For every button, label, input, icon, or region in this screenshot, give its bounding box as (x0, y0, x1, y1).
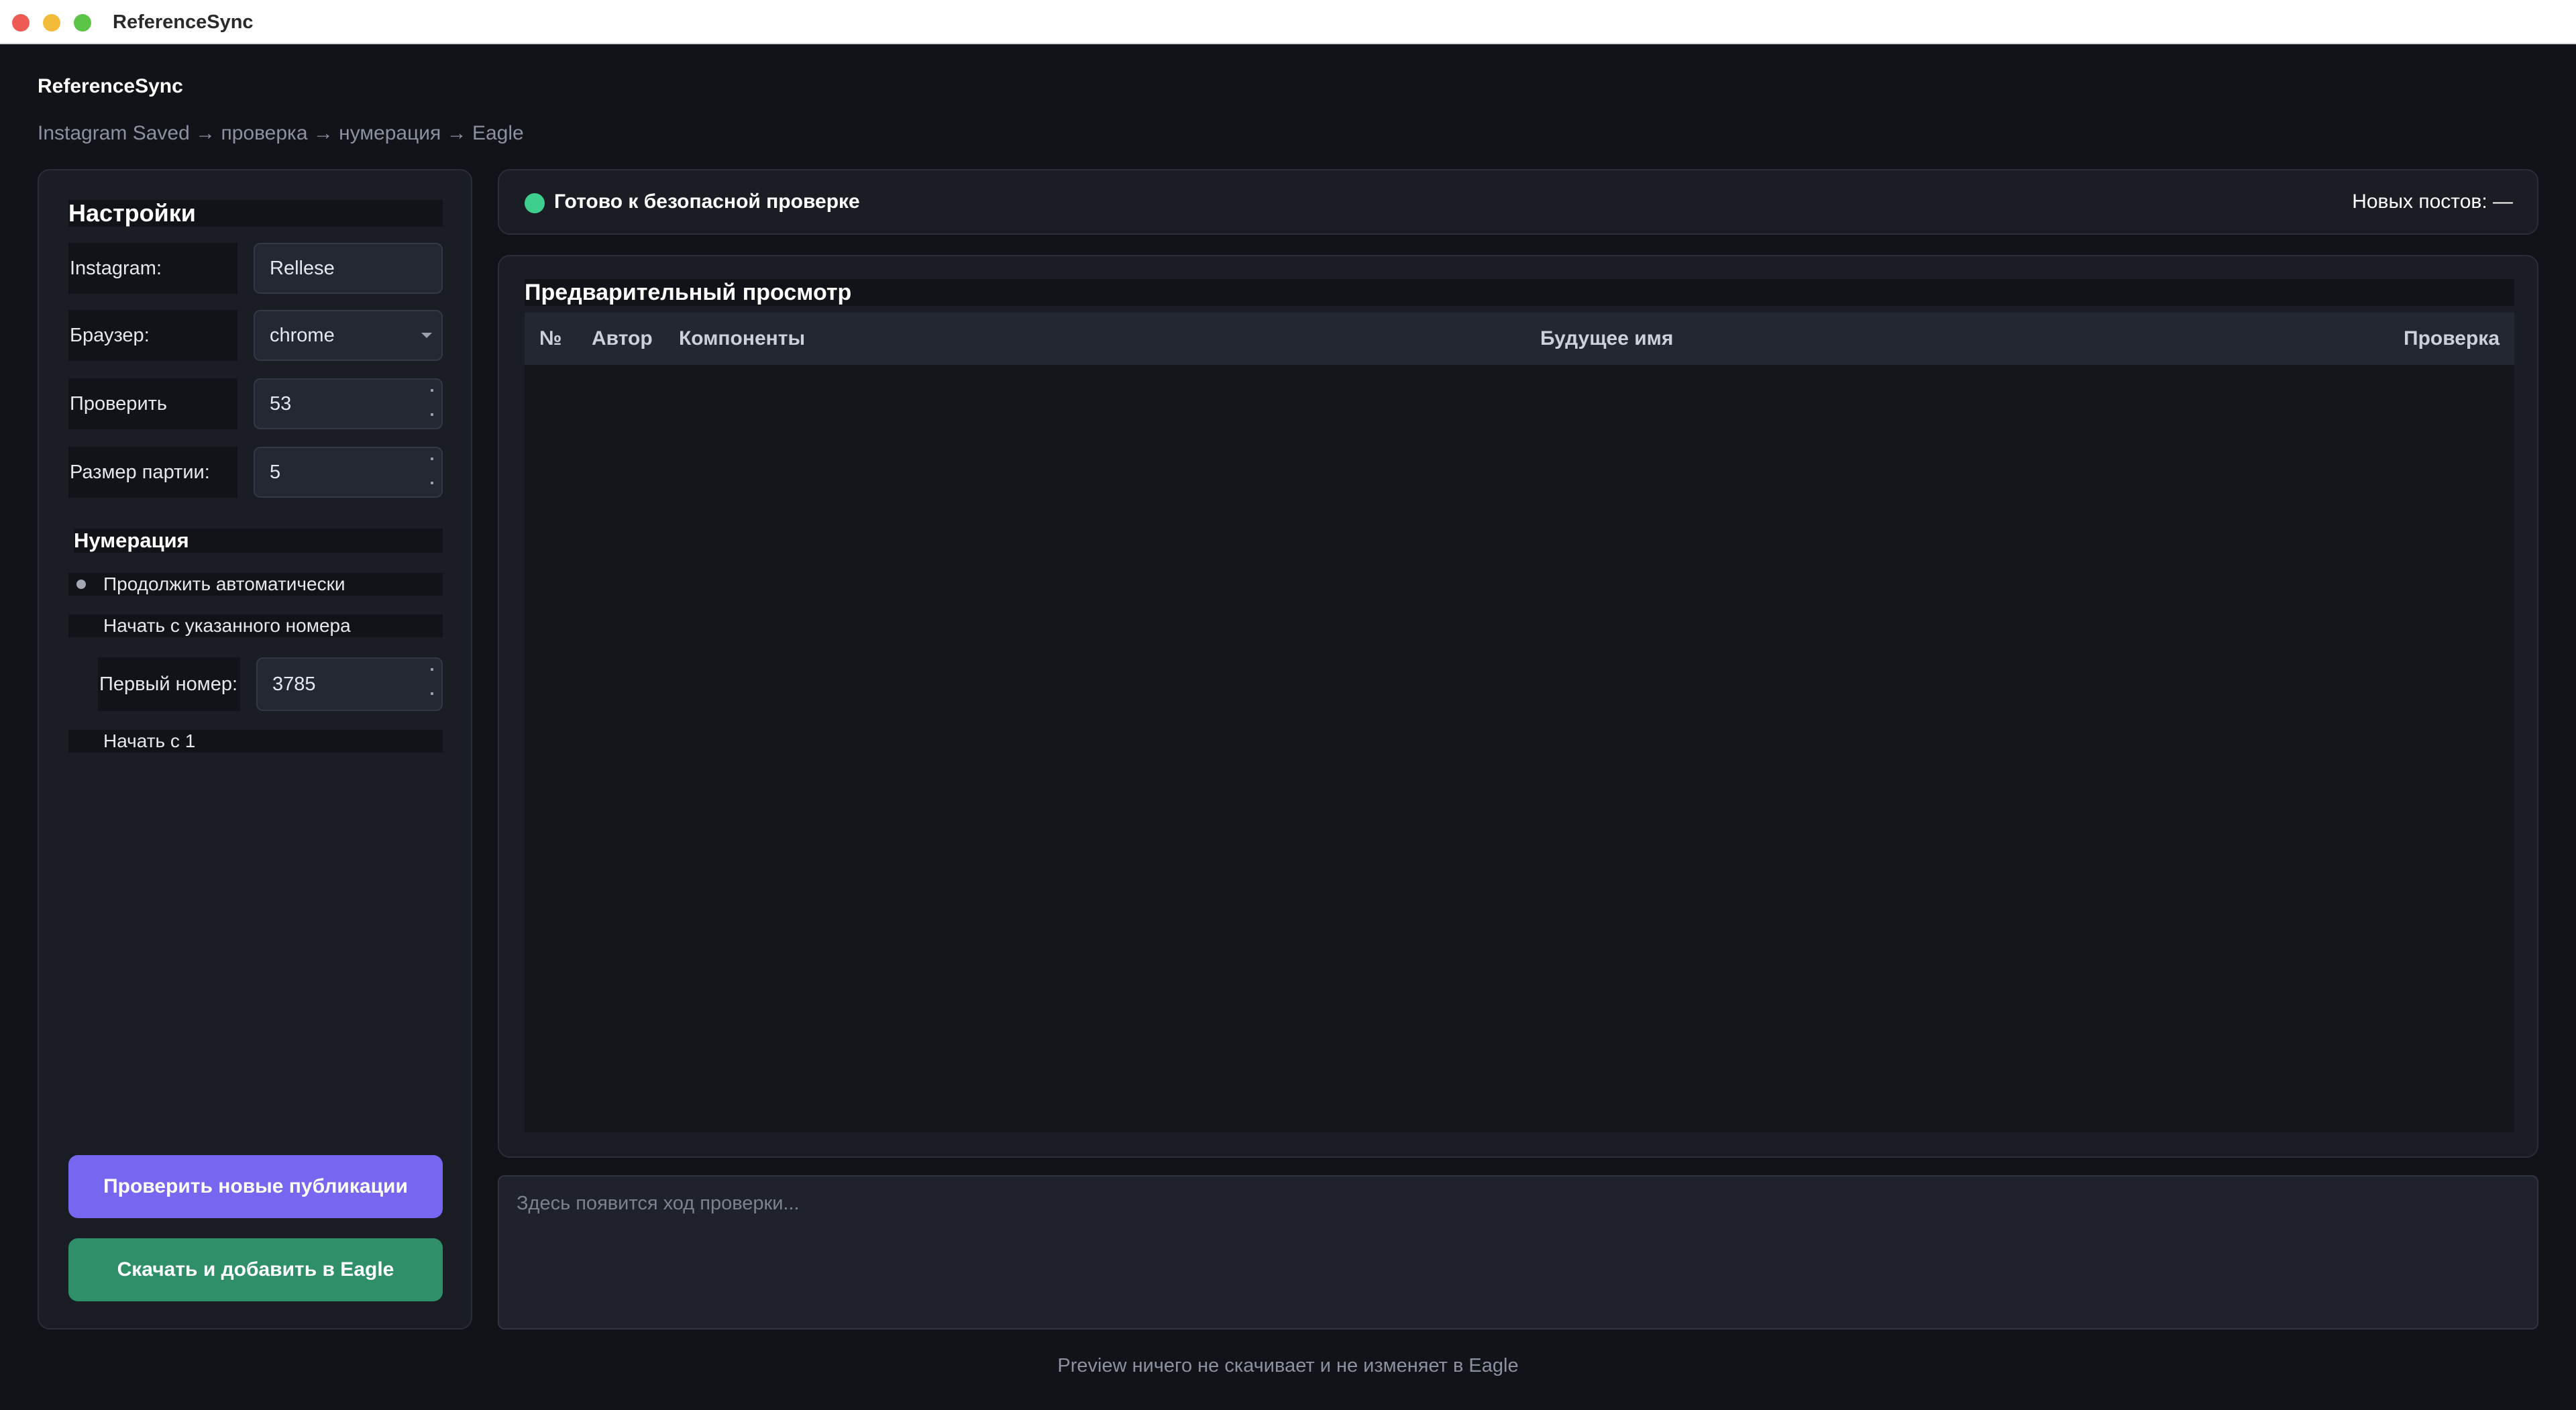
browser-select[interactable]: chrome (254, 310, 443, 361)
first-number-label: Первый номер: (98, 657, 240, 711)
browser-select-value: chrome (270, 325, 335, 346)
preview-table[interactable]: № Автор Компоненты Будущее имя Проверка (525, 313, 2514, 1132)
log-textarea[interactable]: Здесь появится ход проверки... (498, 1175, 2538, 1330)
instagram-input-value: Rellese (270, 258, 335, 279)
app-title: ReferenceSync (38, 75, 183, 97)
stepper-arrows-icon[interactable] (429, 457, 435, 490)
batch-size-label: Размер партии: (68, 447, 237, 498)
close-window-button[interactable] (12, 14, 30, 32)
radio-label: Начать с указанного номера (103, 615, 351, 636)
instagram-input[interactable]: Rellese (254, 243, 443, 294)
stepper-arrows-icon[interactable] (429, 668, 435, 700)
stepper-arrows-icon[interactable] (429, 389, 435, 421)
footer-note: Preview ничего не скачивает и не изменяе… (1057, 1355, 1519, 1376)
download-add-eagle-button[interactable]: Скачать и добавить в Eagle (68, 1238, 443, 1301)
batch-size-stepper[interactable]: 5 (254, 447, 443, 498)
column-header-check[interactable]: Проверка (2404, 313, 2500, 365)
log-placeholder: Здесь появится ход проверки... (517, 1193, 800, 1214)
settings-title: Настройки (68, 200, 443, 227)
first-number-stepper[interactable]: 3785 (256, 657, 443, 711)
status-bar: Готово к безопасной проверке Новых посто… (498, 169, 2538, 235)
column-header-components[interactable]: Компоненты (679, 313, 805, 365)
settings-panel: Настройки Instagram: Rellese Браузер: ch… (38, 169, 472, 1330)
radio-continue-auto[interactable]: Продолжить автоматически (68, 573, 443, 596)
preview-title: Предварительный просмотр (525, 279, 2514, 306)
check-posts-label: Проверить постов: (68, 378, 237, 466)
instagram-label: Instagram: (68, 243, 237, 294)
chevron-down-icon (421, 333, 432, 338)
column-header-number[interactable]: № (539, 313, 561, 365)
radio-label: Продолжить автоматически (103, 574, 345, 594)
column-header-author[interactable]: Автор (592, 313, 653, 365)
check-posts-stepper[interactable]: 53 (254, 378, 443, 429)
maximize-window-button[interactable] (74, 14, 91, 32)
check-posts-value: 53 (270, 393, 292, 415)
breadcrumb: Instagram Saved → проверка → нумерация →… (38, 122, 524, 144)
batch-size-value: 5 (270, 462, 281, 483)
new-posts-count: Новых постов: — (2352, 191, 2513, 213)
browser-label: Браузер: (68, 310, 237, 361)
check-new-posts-button[interactable]: Проверить новые публикации (68, 1155, 443, 1218)
status-indicator-icon (525, 193, 545, 213)
numbering-title: Нумерация (74, 529, 443, 553)
column-header-future-name[interactable]: Будущее имя (1540, 313, 1673, 365)
table-header: № Автор Компоненты Будущее имя Проверка (525, 313, 2514, 365)
first-number-value: 3785 (272, 673, 316, 695)
preview-panel: Предварительный просмотр № Автор Компоне… (498, 255, 2538, 1158)
status-text: Готово к безопасной проверке (554, 191, 860, 213)
radio-selected-icon (76, 580, 86, 589)
minimize-window-button[interactable] (43, 14, 60, 32)
window-titlebar: ReferenceSync (0, 0, 2576, 44)
radio-start-from-number[interactable]: Начать с указанного номера (68, 614, 443, 637)
radio-start-from-1[interactable]: Начать с 1 (68, 730, 443, 753)
radio-label: Начать с 1 (103, 730, 196, 751)
window-title: ReferenceSync (113, 11, 254, 33)
